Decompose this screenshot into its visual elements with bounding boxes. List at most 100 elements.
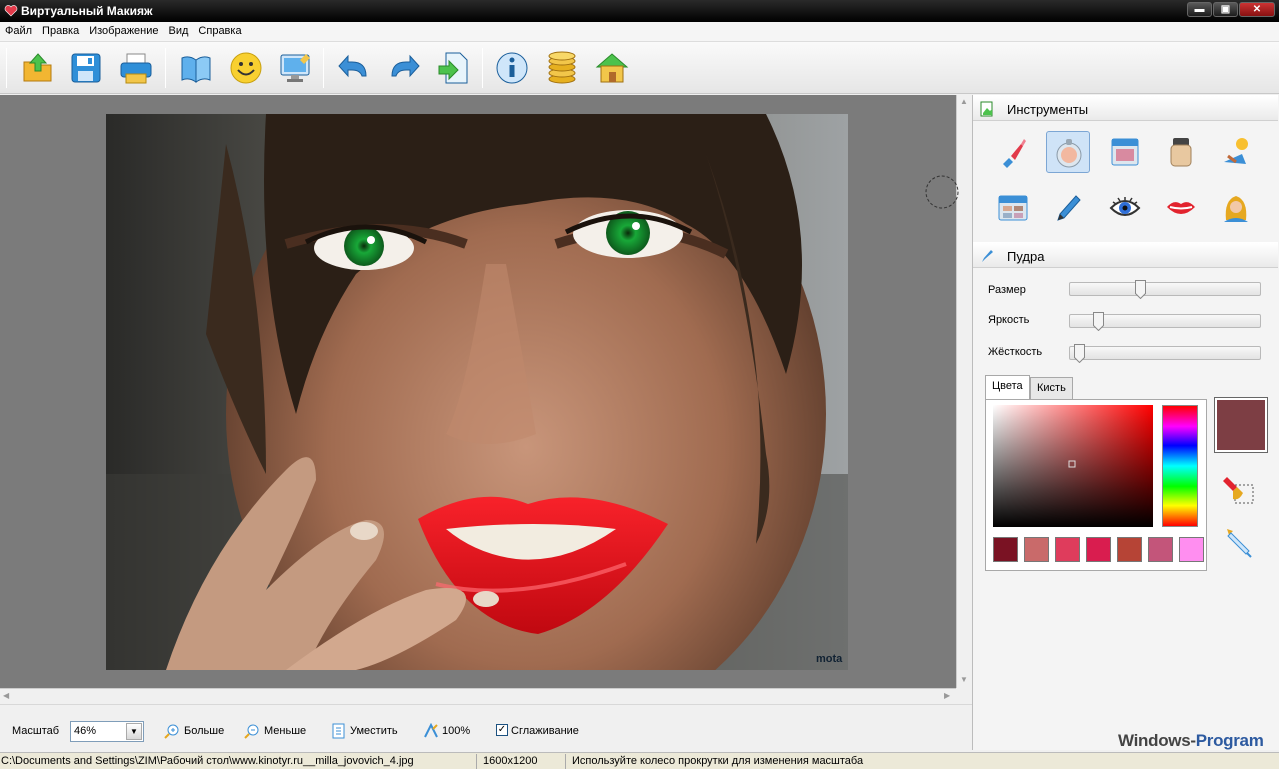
zoom-out-icon[interactable] [244,723,260,739]
brightness-slider[interactable] [1069,312,1261,331]
tool-blush[interactable] [1103,131,1147,173]
image-canvas[interactable]: mota [0,95,956,688]
fit-button[interactable]: Уместить [350,725,398,737]
lips-icon [1167,202,1195,214]
save-icon[interactable] [68,50,104,86]
tool-eyeshadow[interactable] [991,187,1035,229]
coins-icon[interactable] [544,50,580,86]
tools-header-icon [980,101,993,117]
foundation-jar-icon [1170,138,1192,167]
smoothing-label: Сглаживание [511,725,579,737]
horizontal-scrollbar[interactable]: ◀ ▶ [0,688,956,704]
tools-title: Инструменты [1007,102,1089,117]
export-icon[interactable] [436,50,472,86]
redo-icon[interactable] [386,50,422,86]
tool-eye[interactable] [1103,187,1147,229]
menu-file[interactable]: Файл [0,22,37,41]
tool-hair[interactable] [1214,187,1258,229]
scroll-up-icon[interactable]: ▲ [960,97,968,106]
eye-icon [1109,197,1141,216]
swatch[interactable] [1117,537,1142,562]
status-dimensions: 1600x1200 [483,755,538,767]
powder-header: Пудра [973,242,1278,268]
actual-size-icon[interactable] [423,723,439,739]
tools-header: Инструменты [973,95,1278,121]
swatch[interactable] [993,537,1018,562]
size-slider-thumb[interactable] [1134,280,1146,299]
zoom-in-button[interactable]: Больше [184,725,224,737]
status-bar: C:\Documents and Settings\ZIM\Рабочий ст… [0,752,1279,769]
zoom-bar: Масштаб 46% ▼ Больше Меньше Уместить 100… [0,704,972,751]
zoom-label: Масштаб [12,725,60,737]
eye-pencil-icon [1057,195,1081,221]
tab-colors[interactable]: Цвета [985,375,1030,399]
print-icon[interactable] [118,50,154,86]
tool-foundation[interactable] [1159,131,1203,173]
book-icon[interactable] [178,50,214,86]
zoom-in-icon[interactable] [164,723,180,739]
current-color-preview[interactable] [1214,397,1268,453]
tool-lipstick[interactable] [991,131,1035,173]
color-picker-box [985,399,1207,571]
menu-bar: Файл Правка Изображение Вид Справка [0,22,1279,42]
tool-tanning[interactable] [1214,131,1258,173]
brightness-label: Яркость [988,314,1030,326]
status-file-path: C:\Documents and Settings\ZIM\Рабочий ст… [1,755,414,767]
window-title: Виртуальный Макияж [21,4,153,18]
scroll-down-icon[interactable]: ▼ [960,675,968,684]
brightness-slider-thumb[interactable] [1093,312,1105,331]
tool-powder[interactable] [1046,131,1090,173]
open-icon[interactable] [20,50,56,86]
zoom-value: 46% [74,725,97,737]
fit-icon[interactable] [331,723,347,739]
saturation-picker[interactable] [993,405,1153,527]
size-label: Размер [988,284,1026,296]
menu-image[interactable]: Изображение [84,22,163,41]
eyeshadow-palette-icon [998,195,1028,221]
scroll-right-icon[interactable]: ▶ [944,691,950,700]
hardness-slider[interactable] [1069,344,1261,363]
tool-lips[interactable] [1159,187,1203,229]
scroll-left-icon[interactable]: ◀ [3,691,9,700]
brush-cursor-icon [925,175,959,209]
fill-brush-icon[interactable] [1223,473,1257,507]
app-window: Виртуальный Макияж ▬ ▣ ✕ Файл Правка Изо… [0,0,1279,769]
swatch[interactable] [1024,537,1049,562]
toolbar [0,42,1279,94]
menu-view[interactable]: Вид [164,22,194,41]
actual-size-button[interactable]: 100% [442,725,470,737]
blush-palette-icon [1111,138,1139,166]
undo-icon[interactable] [336,50,372,86]
monitor-icon[interactable] [278,50,314,86]
powder-compact-icon [1056,139,1082,168]
zoom-select[interactable]: 46% ▼ [70,721,144,742]
swatch[interactable] [1086,537,1111,562]
info-icon[interactable] [494,50,530,86]
watermark: Windows-Program [1118,731,1264,751]
photo-watermark: mota [816,653,843,665]
menu-help[interactable]: Справка [193,22,246,41]
home-icon[interactable] [594,50,630,86]
hue-slider[interactable] [1162,405,1198,527]
tool-eye-pencil[interactable] [1046,187,1090,229]
swatch[interactable] [1179,537,1204,562]
swatch[interactable] [1055,537,1080,562]
status-hint: Используйте колесо прокрутки для изменен… [572,755,864,767]
color-swatches [993,537,1204,562]
hair-color-icon [1224,196,1248,222]
minimize-button[interactable]: ▬ [1187,2,1212,17]
powder-title: Пудра [1007,249,1045,264]
size-slider[interactable] [1069,280,1261,299]
swatch[interactable] [1148,537,1173,562]
smoothing-checkbox[interactable]: ✓ [496,724,508,736]
hardness-slider-thumb[interactable] [1073,344,1085,363]
eyedropper-icon[interactable] [1223,525,1257,559]
zoom-out-button[interactable]: Меньше [264,725,306,737]
watermark-part1: Windows- [1118,731,1196,750]
close-button[interactable]: ✕ [1239,2,1275,17]
chevron-down-icon[interactable]: ▼ [126,723,142,740]
menu-edit[interactable]: Правка [37,22,84,41]
maximize-button[interactable]: ▣ [1213,2,1238,17]
smiley-icon[interactable] [228,50,264,86]
tab-brush[interactable]: Кисть [1030,377,1073,399]
